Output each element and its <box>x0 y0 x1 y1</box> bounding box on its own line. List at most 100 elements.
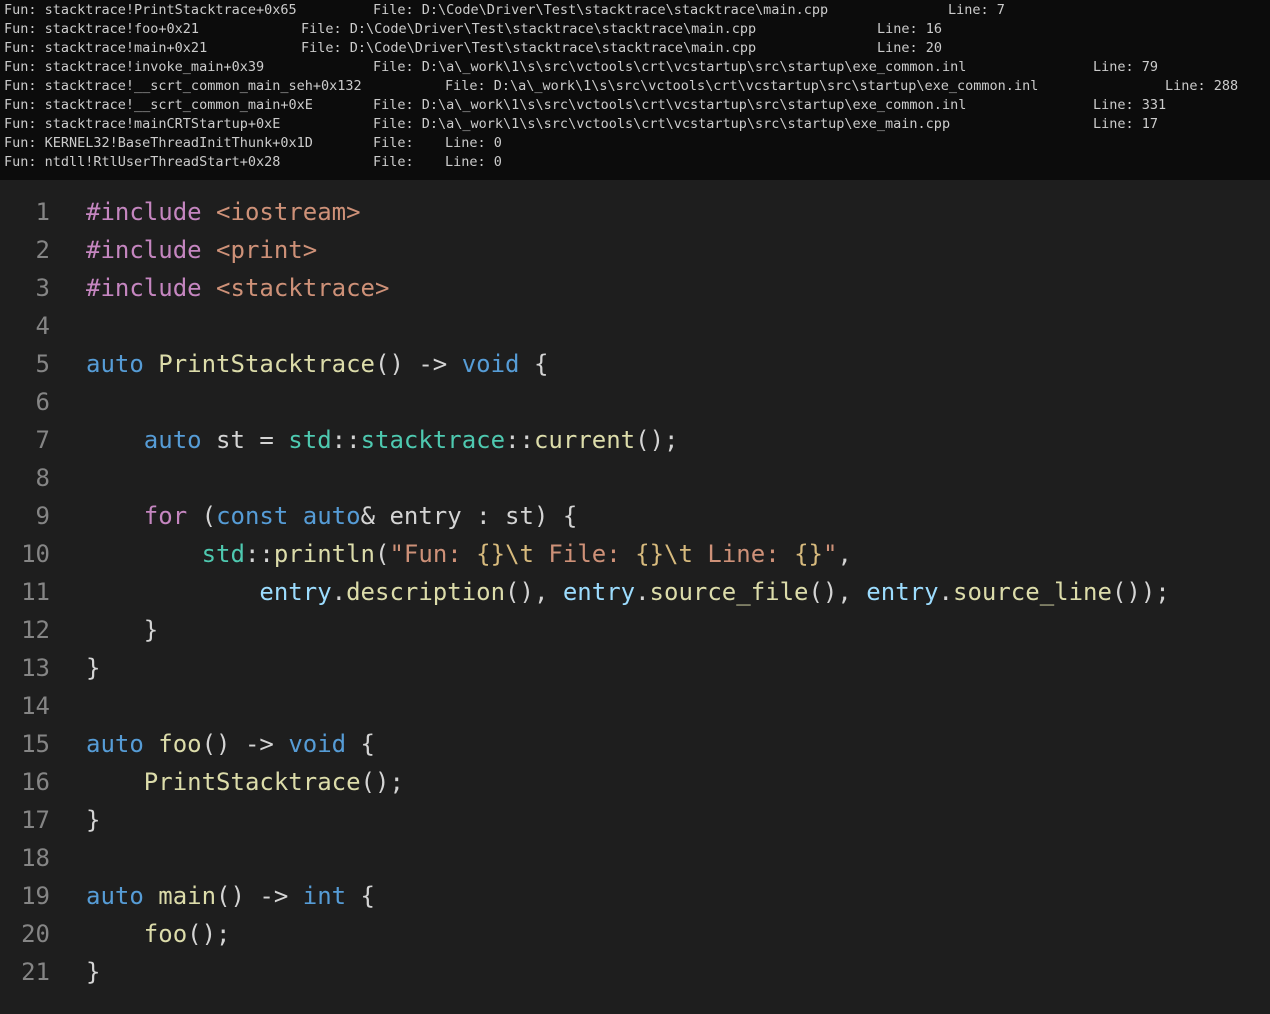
code-token: () -> <box>375 350 462 378</box>
code-token: , <box>837 540 852 568</box>
code-token: \t <box>664 540 693 568</box>
code-text: } <box>86 953 100 991</box>
code-text: PrintStacktrace(); <box>86 763 404 801</box>
code-line[interactable]: 20 foo(); <box>0 915 1270 953</box>
code-token: Line: <box>692 540 795 568</box>
code-line[interactable]: 1 #include <iostream> <box>0 193 1270 231</box>
code-token: (), <box>505 578 563 606</box>
code-line[interactable]: 10 std::println("Fun: {}\t File: {}\t Li… <box>0 535 1270 573</box>
terminal-line-text: Line: 0 <box>445 154 502 170</box>
code-token: source_line <box>953 578 1112 606</box>
code-token: (), <box>808 578 867 606</box>
terminal-file-text: File: D:\a\_work\1\s\src\vctools\crt\vcs… <box>373 116 951 132</box>
terminal-fun-text: Fun: stacktrace!main+0x21 <box>4 40 208 56</box>
line-number: 10 <box>21 540 50 568</box>
code-token: (); <box>360 768 404 796</box>
terminal-file-text: File: D:\a\_work\1\s\src\vctools\crt\vcs… <box>445 78 1039 94</box>
line-number: 13 <box>21 654 50 682</box>
code-line[interactable]: 9 for (const auto& entry : st) { <box>0 497 1270 535</box>
code-token: :: <box>244 540 274 568</box>
code-token: . <box>938 578 953 606</box>
terminal-fun-text: Fun: stacktrace!foo+0x21 <box>4 21 200 37</box>
code-text: entry.description(), entry.source_file()… <box>86 573 1170 611</box>
code-line[interactable]: 4 <box>0 307 1270 345</box>
code-token: ()); <box>1111 578 1170 606</box>
terminal-file-text: File: D:\Code\Driver\Test\stacktrace\sta… <box>373 2 829 18</box>
code-line[interactable]: 8 <box>0 459 1270 497</box>
code-line[interactable]: 7 auto st = std::stacktrace::current(); <box>0 421 1270 459</box>
code-token: {} <box>794 540 824 568</box>
code-token: ( <box>375 540 390 568</box>
code-text: } <box>86 801 100 839</box>
terminal-line-text: Line: 7 <box>948 2 1005 18</box>
code-token: auto <box>86 350 144 378</box>
terminal-fun-text: Fun: stacktrace!mainCRTStartup+0xE <box>4 116 281 132</box>
code-token: File: <box>533 540 636 568</box>
code-token: int <box>302 882 347 910</box>
code-line[interactable]: 13} <box>0 649 1270 687</box>
code-token: println <box>273 540 376 568</box>
terminal-output[interactable]: Fun: stacktrace!PrintStacktrace+0x65 File… <box>0 0 1270 180</box>
code-token: auto <box>302 502 361 530</box>
line-number: 17 <box>21 806 50 834</box>
line-number: 21 <box>21 958 50 986</box>
code-line[interactable]: 18 <box>0 839 1270 877</box>
code-token: . <box>331 578 347 606</box>
code-line[interactable]: 15 auto foo() -> void { <box>0 725 1270 763</box>
code-line[interactable]: 19 auto main() -> int { <box>0 877 1270 915</box>
code-token: & entry : st) { <box>360 502 578 530</box>
terminal-line-text: Line: 17 <box>1093 116 1159 132</box>
code-token: const <box>216 502 289 530</box>
code-editor[interactable]: 1 #include <iostream> 2 #include <print> 3 #i… <box>0 180 1270 1014</box>
code-line[interactable]: 3 #include <stacktrace> <box>0 269 1270 307</box>
code-token: stacktrace <box>360 426 506 454</box>
code-text: auto PrintStacktrace() -> void { <box>86 345 548 383</box>
code-token: std <box>201 540 245 568</box>
code-token: description <box>346 578 506 606</box>
code-line[interactable]: 11 entry.description(), entry.source_fil… <box>0 573 1270 611</box>
terminal-fun-text: Fun: KERNEL32!BaseThreadInitThunk+0x1D <box>4 135 313 151</box>
code-line[interactable]: 12 } <box>0 611 1270 649</box>
line-number: 14 <box>21 692 50 720</box>
code-token: (); <box>635 426 679 454</box>
terminal-file-text: File: <box>373 154 414 170</box>
code-text: std::println("Fun: {}\t File: {}\t Line:… <box>86 535 852 573</box>
terminal-line-text: Line: 16 <box>877 21 943 37</box>
line-number: 4 <box>35 312 50 340</box>
code-text: auto foo() -> void { <box>86 725 375 763</box>
code-token: current <box>533 426 636 454</box>
code-token: #include <box>86 274 202 302</box>
line-number: 15 <box>21 730 50 758</box>
code-text: } <box>86 649 100 687</box>
code-token: PrintStacktrace <box>158 350 375 378</box>
code-token: foo <box>143 920 188 948</box>
terminal-line-text: Line: 331 <box>1093 97 1167 113</box>
code-line[interactable]: 6 <box>0 383 1270 421</box>
terminal-line-text: Line: 79 <box>1093 59 1159 75</box>
terminal-line-text: Line: 0 <box>445 135 502 151</box>
code-line[interactable]: 5 auto PrintStacktrace() -> void { <box>0 345 1270 383</box>
code-token: \t <box>505 540 534 568</box>
terminal-line: Fun: stacktrace!foo+0x21 File: D:\Code\Dr… <box>0 20 1270 39</box>
code-token: auto <box>86 730 144 758</box>
code-line[interactable]: 14 <box>0 687 1270 725</box>
code-text: foo(); <box>86 915 231 953</box>
code-token: entry <box>259 578 332 606</box>
terminal-fun-text: Fun: stacktrace!__scrt_common_main+0xE <box>4 97 313 113</box>
code-token: for <box>143 502 188 530</box>
code-line[interactable]: 16 PrintStacktrace(); <box>0 763 1270 801</box>
line-number: 6 <box>35 388 50 416</box>
line-number: 9 <box>35 502 50 530</box>
code-line[interactable]: 2 #include <print> <box>0 231 1270 269</box>
code-line[interactable]: 21} <box>0 953 1270 991</box>
code-line[interactable]: 17} <box>0 801 1270 839</box>
code-token: . <box>635 578 650 606</box>
